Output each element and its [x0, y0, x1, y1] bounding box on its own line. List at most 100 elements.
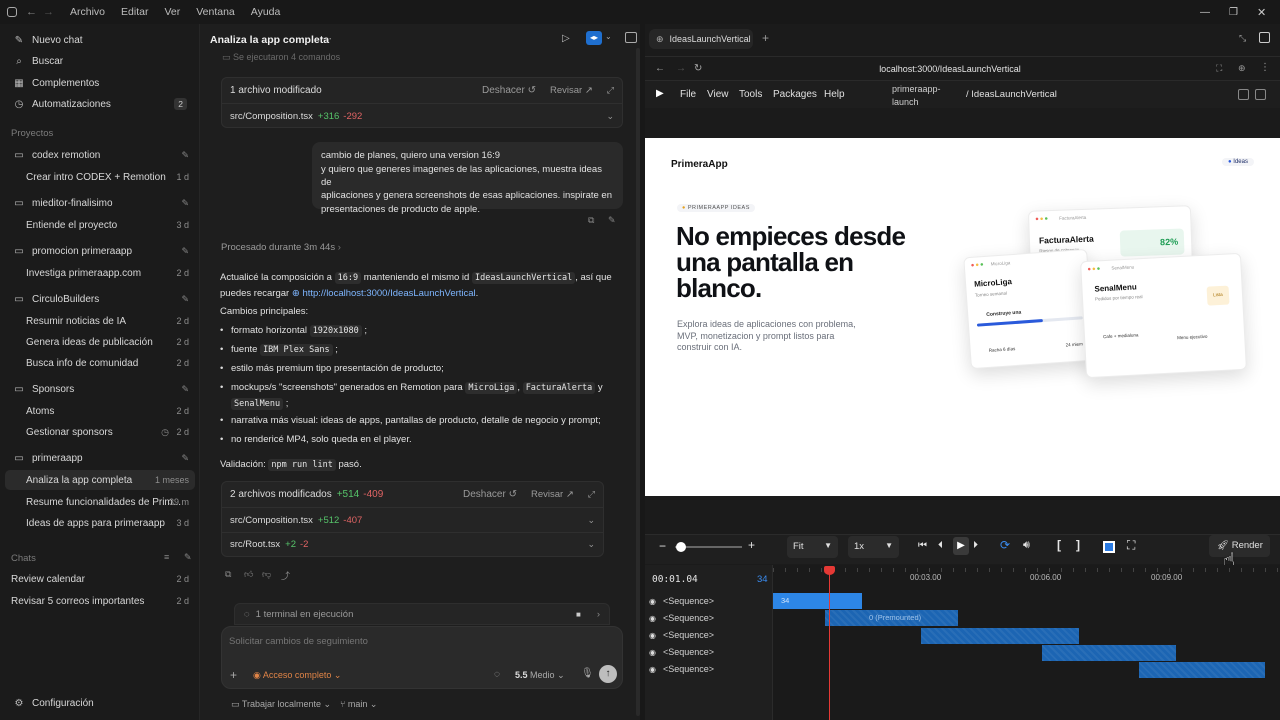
expand-icon[interactable]: ⤢	[607, 85, 614, 96]
automations-button[interactable]: ◷ Automatizaciones 2	[5, 94, 195, 114]
volume-icon[interactable]: 🔊︎	[1023, 539, 1030, 552]
microphone-icon[interactable]: 🎙︎	[581, 668, 594, 679]
project-promocion[interactable]: ▭ promocion primeraapp ✎	[5, 241, 195, 261]
thumbs-up-icon[interactable]: 👍︎	[244, 569, 253, 580]
review-button[interactable]: Revisar ↗	[531, 489, 574, 500]
new-chat-in-project-icon[interactable]: ✎	[181, 150, 189, 161]
vscode-icon[interactable]: ◂▸	[586, 31, 602, 45]
thumbs-down-icon[interactable]: 👎︎	[262, 569, 271, 580]
chevron-down-icon[interactable]: ⌄	[605, 32, 612, 41]
layout-right-icon[interactable]	[1255, 89, 1266, 100]
menu-tools[interactable]: Tools	[739, 89, 762, 100]
step-forward-icon[interactable]: ⏵	[973, 540, 978, 551]
model-selector[interactable]: 5.5 Medio ⌄	[515, 670, 565, 681]
plugins-button[interactable]: ▦ Complementos	[5, 73, 195, 93]
more-options-icon[interactable]: ⋯	[321, 32, 332, 45]
menu-ayuda[interactable]: Ayuda	[251, 6, 281, 18]
track-label[interactable]: <Sequence>	[663, 647, 714, 657]
menu-view[interactable]: View	[707, 89, 729, 100]
eye-icon[interactable]: ◉	[649, 648, 656, 657]
project-primeraapp[interactable]: ▭ primeraapp ✎	[5, 448, 195, 468]
undo-button[interactable]: Deshacer ↺	[463, 489, 517, 500]
new-tab-icon[interactable]: +	[762, 31, 769, 45]
undo-button[interactable]: Deshacer ↺	[482, 85, 536, 96]
menu-ventana[interactable]: Ventana	[196, 6, 235, 18]
render-button[interactable]: 🚀︎ Render	[1209, 535, 1270, 557]
eye-icon[interactable]: ◉	[649, 631, 656, 640]
track-label[interactable]: <Sequence>	[663, 630, 714, 640]
in-point-icon[interactable]: [	[1057, 538, 1061, 552]
search-button[interactable]: ⌕ Buscar	[5, 51, 195, 71]
chevron-down-icon[interactable]: ⌄	[606, 111, 614, 122]
branch-dropdown[interactable]: ⑂ main ⌄	[340, 699, 377, 710]
menu-file[interactable]: File	[680, 89, 696, 100]
chat-scrollbar[interactable]	[636, 48, 640, 716]
zoom-in-icon[interactable]: +	[748, 538, 755, 552]
compose-icon[interactable]: ✎	[184, 552, 192, 563]
file-row[interactable]: src/Composition.tsx +316 -292 ⌄	[222, 104, 622, 128]
chat-item[interactable]: Entiende el proyecto 3 d	[5, 215, 195, 235]
track-label[interactable]: <Sequence>	[663, 613, 714, 623]
menu-archivo[interactable]: Archivo	[70, 6, 105, 18]
pop-out-icon[interactable]: ⤡	[1239, 33, 1246, 44]
back-arrow-icon[interactable]: ←	[26, 6, 37, 18]
plus-icon[interactable]: +	[230, 668, 237, 682]
project-breadcrumb[interactable]: primeraapp-launch	[892, 83, 941, 109]
running-terminal-bar[interactable]: ◌ 1 terminal en ejecución ■ ›	[234, 603, 610, 625]
loop-icon[interactable]: ⟳	[1000, 538, 1010, 552]
zoom-slider-handle[interactable]	[676, 542, 686, 552]
project-circulobuilders[interactable]: ▭ CirculoBuilders ✎	[5, 289, 195, 309]
send-button[interactable]: ↑	[599, 665, 617, 683]
chevron-down-icon[interactable]: ⌄	[587, 539, 595, 550]
out-point-icon[interactable]: ]	[1076, 538, 1080, 552]
maximize-icon[interactable]: ❐	[1229, 7, 1238, 18]
edit-icon[interactable]: ✎	[608, 215, 616, 226]
review-button[interactable]: Revisar ↗	[550, 85, 593, 96]
settings-button[interactable]: ⚙ Configuración	[5, 693, 195, 713]
sequence-block[interactable]	[921, 628, 1079, 644]
playhead-handle[interactable]	[824, 566, 835, 575]
menu-packages[interactable]: Packages	[773, 89, 817, 100]
chat-item[interactable]: Review calendar 2 d	[5, 569, 195, 589]
project-mieditor[interactable]: ▭ mieditor-finalisimo ✎	[5, 193, 195, 213]
chat-item[interactable]: Revisar 5 correos importantes 2 d	[5, 591, 195, 611]
checkerboard-icon[interactable]	[1103, 541, 1115, 553]
chat-item[interactable]: Crear intro CODEX + Remotion 1 d	[5, 167, 195, 187]
chat-item[interactable]: Investiga primeraapp.com 2 d	[5, 263, 195, 283]
menu-help[interactable]: Help	[824, 89, 845, 100]
chat-item[interactable]: Gestionar sponsors ◷ 2 d	[5, 422, 195, 442]
new-chat-in-project-icon[interactable]: ✎	[181, 294, 189, 305]
chevron-down-icon[interactable]: ⌄	[587, 515, 595, 526]
chat-item-selected[interactable]: Analiza la app completa 1 meses	[5, 470, 195, 490]
sequence-block[interactable]: 34	[773, 593, 862, 609]
eye-icon[interactable]: ◉	[649, 614, 656, 623]
sequence-block[interactable]	[1139, 662, 1265, 678]
chat-item[interactable]: Ideas de apps para primeraapp 3 d	[5, 513, 195, 533]
step-back-icon[interactable]: ⏴	[938, 540, 943, 551]
track-label[interactable]: <Sequence>	[663, 664, 714, 674]
sequence-block[interactable]: 0 (Premounted)	[825, 610, 958, 626]
back-arrow-icon[interactable]: ←	[655, 63, 665, 74]
jump-start-icon[interactable]: ⏮	[918, 540, 927, 551]
chat-item[interactable]: Atoms 2 d	[5, 401, 195, 421]
terminal-toggle-icon[interactable]	[625, 32, 637, 43]
fullscreen-icon[interactable]: ⛶	[1127, 538, 1135, 553]
access-mode-dropdown[interactable]: ◉ Acceso completo ⌄	[253, 670, 341, 681]
url-bar[interactable]: localhost:3000/IdeasLaunchVertical	[760, 64, 1140, 74]
filter-icon[interactable]: ≡	[164, 552, 169, 562]
chat-item[interactable]: Resumir noticias de IA 2 d	[5, 311, 195, 331]
new-chat-button[interactable]: ✎ Nuevo chat	[5, 30, 195, 50]
reload-icon[interactable]: ↻	[694, 63, 702, 74]
zoom-out-icon[interactable]: −	[659, 539, 666, 553]
file-row[interactable]: src/Root.tsx +2 -2 ⌄	[222, 532, 603, 556]
forward-arrow-icon[interactable]: →	[676, 63, 686, 74]
follow-up-input[interactable]	[229, 633, 609, 649]
composition-breadcrumb[interactable]: / IdeasLaunchVertical	[966, 89, 1057, 100]
forward-arrow-icon[interactable]: →	[43, 6, 54, 18]
close-icon[interactable]: ✕	[1257, 6, 1266, 19]
localhost-link[interactable]: http://localhost:3000/IdeasLaunchVertica…	[302, 288, 475, 299]
playhead-line[interactable]	[829, 568, 830, 720]
new-chat-in-project-icon[interactable]: ✎	[181, 384, 189, 395]
time-ruler[interactable]	[773, 568, 1280, 572]
new-chat-in-project-icon[interactable]: ✎	[181, 198, 189, 209]
